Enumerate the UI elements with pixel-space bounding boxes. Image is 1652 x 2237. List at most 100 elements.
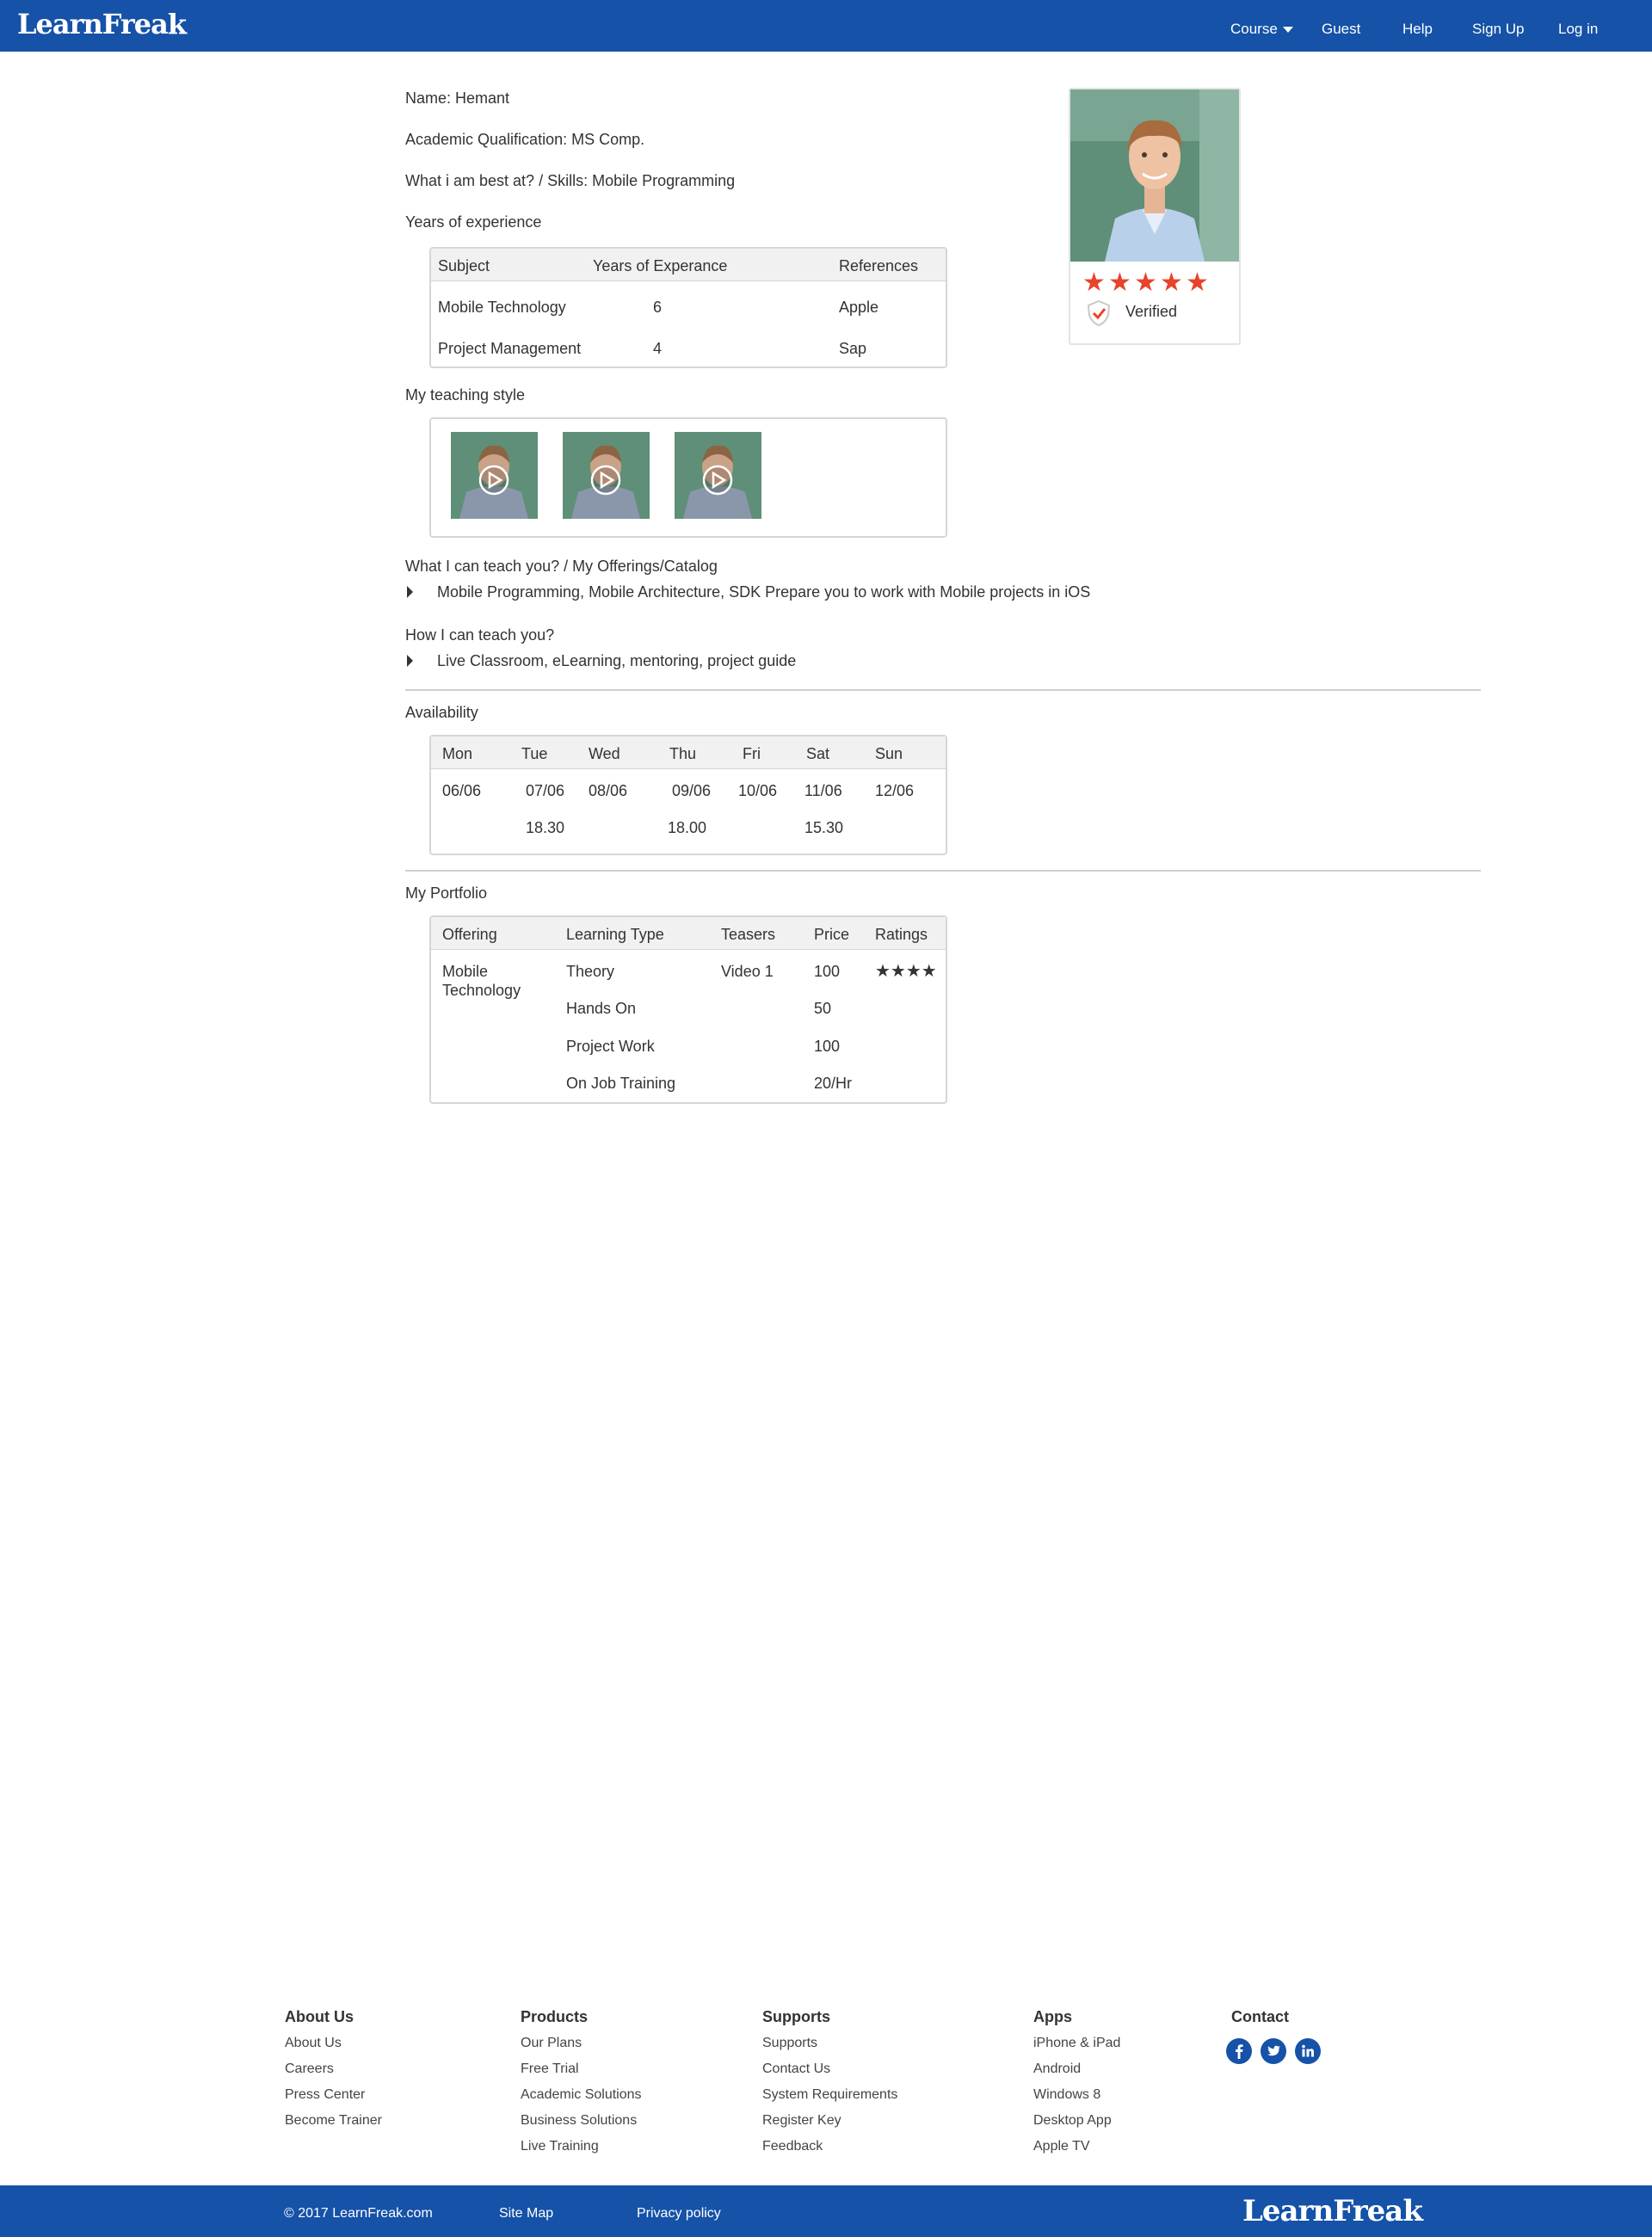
footer-link[interactable]: Become Trainer [285,2113,382,2129]
day-header: Thu [669,745,697,762]
column-header: Teasers [721,926,776,943]
date-cell[interactable]: 09/06 [672,782,711,800]
time-slot[interactable]: 18.00 [668,819,706,837]
nav-guest[interactable]: Guest [1322,21,1360,38]
footer-link[interactable]: Our Plans [521,2036,582,2051]
footer-logo: LearnFreak [1242,2194,1423,2228]
time-slot[interactable]: 15.30 [804,819,843,837]
footer-link[interactable]: Supports [762,2036,817,2051]
facebook-icon[interactable] [1226,2038,1252,2064]
table-cell: Mobile Technology [438,299,566,316]
footer-link[interactable]: Windows 8 [1033,2087,1100,2103]
table-cell: 4 [653,340,663,357]
column-header: References [839,257,919,274]
nav-log-in[interactable]: Log in [1558,21,1598,38]
how-teach-title: How I can teach you? [405,626,555,644]
nav-course-label: Course [1230,21,1278,37]
footer-link[interactable]: Press Center [285,2087,365,2103]
learning-type: Project Work [566,1038,655,1055]
caret-right-icon [407,655,413,667]
top-navbar: LearnFreak Course Guest Help Sign Up Log… [0,0,1652,52]
column-header: Learning Type [566,926,664,943]
column-header: Ratings [875,926,928,943]
footer-heading-products: Products [521,2008,589,2025]
portfolio-table: Offering Learning Type Teasers Price Rat… [429,915,947,1104]
divider [405,689,1481,691]
day-header: Mon [442,745,473,762]
footer-link[interactable]: Register Key [762,2113,841,2129]
profile-skills: What i am best at? / Skills: Mobile Prog… [405,172,736,189]
column-header: Subject [438,257,490,274]
nav-sign-up[interactable]: Sign Up [1472,21,1524,38]
logo[interactable]: LearnFreak [17,8,187,40]
experience-title: Years of experience [405,213,542,231]
column-header: Price [814,926,850,943]
video-thumbnail[interactable] [563,432,650,519]
date-cell[interactable]: 11/06 [804,782,842,800]
nav-course-dropdown[interactable]: Course [1230,21,1293,38]
availability-title: Availability [405,704,478,721]
footer-link[interactable]: Live Training [521,2139,599,2154]
table-cell: Sap [839,340,867,357]
table-cell: 6 [653,299,663,316]
rating-star-icon: ★ [1160,268,1183,297]
experience-table: Subject Years of Experance References Mo… [429,247,947,368]
profile-photo [1070,89,1239,262]
portfolio-title: My Portfolio [405,884,488,902]
profile-qualification: Academic Qualification: MS Comp. [405,131,645,148]
chevron-down-icon [1282,27,1293,34]
date-cell[interactable]: 10/06 [738,782,777,800]
offering-name: Technology [442,982,521,999]
footer-link[interactable]: Desktop App [1033,2113,1112,2129]
privacy-policy-link[interactable]: Privacy policy [637,2206,721,2222]
nav-help[interactable]: Help [1402,21,1433,38]
column-header: Offering [442,926,497,943]
rating-star-icon: ★ [1108,268,1131,297]
day-header: Wed [589,745,620,762]
footer-link[interactable]: Android [1033,2061,1081,2077]
profile-card: ★ ★ ★ ★ ★ Verified [1069,88,1241,345]
linkedin-icon[interactable] [1295,2038,1321,2064]
video-thumbnail[interactable] [675,432,761,519]
site-map-link[interactable]: Site Map [499,2206,553,2222]
footer-link[interactable]: Business Solutions [521,2113,637,2129]
caret-right-icon [407,586,413,598]
price: 20/Hr [814,1075,853,1092]
footer-link[interactable]: iPhone & iPad [1033,2036,1120,2051]
bottom-bar: © 2017 LearnFreak.com Site Map Privacy p… [0,2185,1652,2237]
date-cell[interactable]: 12/06 [875,782,914,800]
footer-link[interactable]: Careers [285,2061,334,2077]
footer-link[interactable]: About Us [285,2036,342,2051]
footer-link[interactable]: Academic Solutions [521,2087,642,2103]
table-cell: Apple [839,299,879,316]
day-header: Tue [521,745,548,762]
footer-link[interactable]: Free Trial [521,2061,579,2077]
learning-type: On Job Training [566,1075,676,1092]
teaching-style-title: My teaching style [405,386,526,404]
footer-link[interactable]: Apple TV [1033,2139,1090,2154]
profile-name: Name: Hemant [405,89,510,107]
teaser-link[interactable]: Video 1 [721,963,774,981]
availability-table: Mon Tue Wed Thu Fri Sat Sun 06/06 07/06 … [429,735,947,855]
divider [405,870,1481,872]
footer-link[interactable]: System Requirements [762,2087,897,2103]
date-cell[interactable]: 08/06 [589,782,627,800]
footer-heading-supports: Supports [762,2008,830,2025]
twitter-icon[interactable] [1261,2038,1286,2064]
footer-heading-about: About Us [285,2008,354,2025]
learning-type: Theory [566,963,615,980]
date-cell[interactable]: 07/06 [526,782,564,800]
verified-shield-icon [1086,299,1112,331]
day-header: Fri [743,745,761,762]
day-header: Sat [806,745,830,762]
footer-link[interactable]: Contact Us [762,2061,830,2077]
footer-heading-contact: Contact [1231,2008,1289,2025]
rating-stars: ★★★★ [875,962,937,981]
date-cell[interactable]: 06/06 [442,782,481,800]
rating-star-icon: ★ [1186,268,1209,297]
price: 50 [814,1000,832,1017]
video-thumbnail[interactable] [451,432,538,519]
price: 100 [814,1038,841,1055]
footer-link[interactable]: Feedback [762,2139,823,2154]
time-slot[interactable]: 18.30 [526,819,564,837]
